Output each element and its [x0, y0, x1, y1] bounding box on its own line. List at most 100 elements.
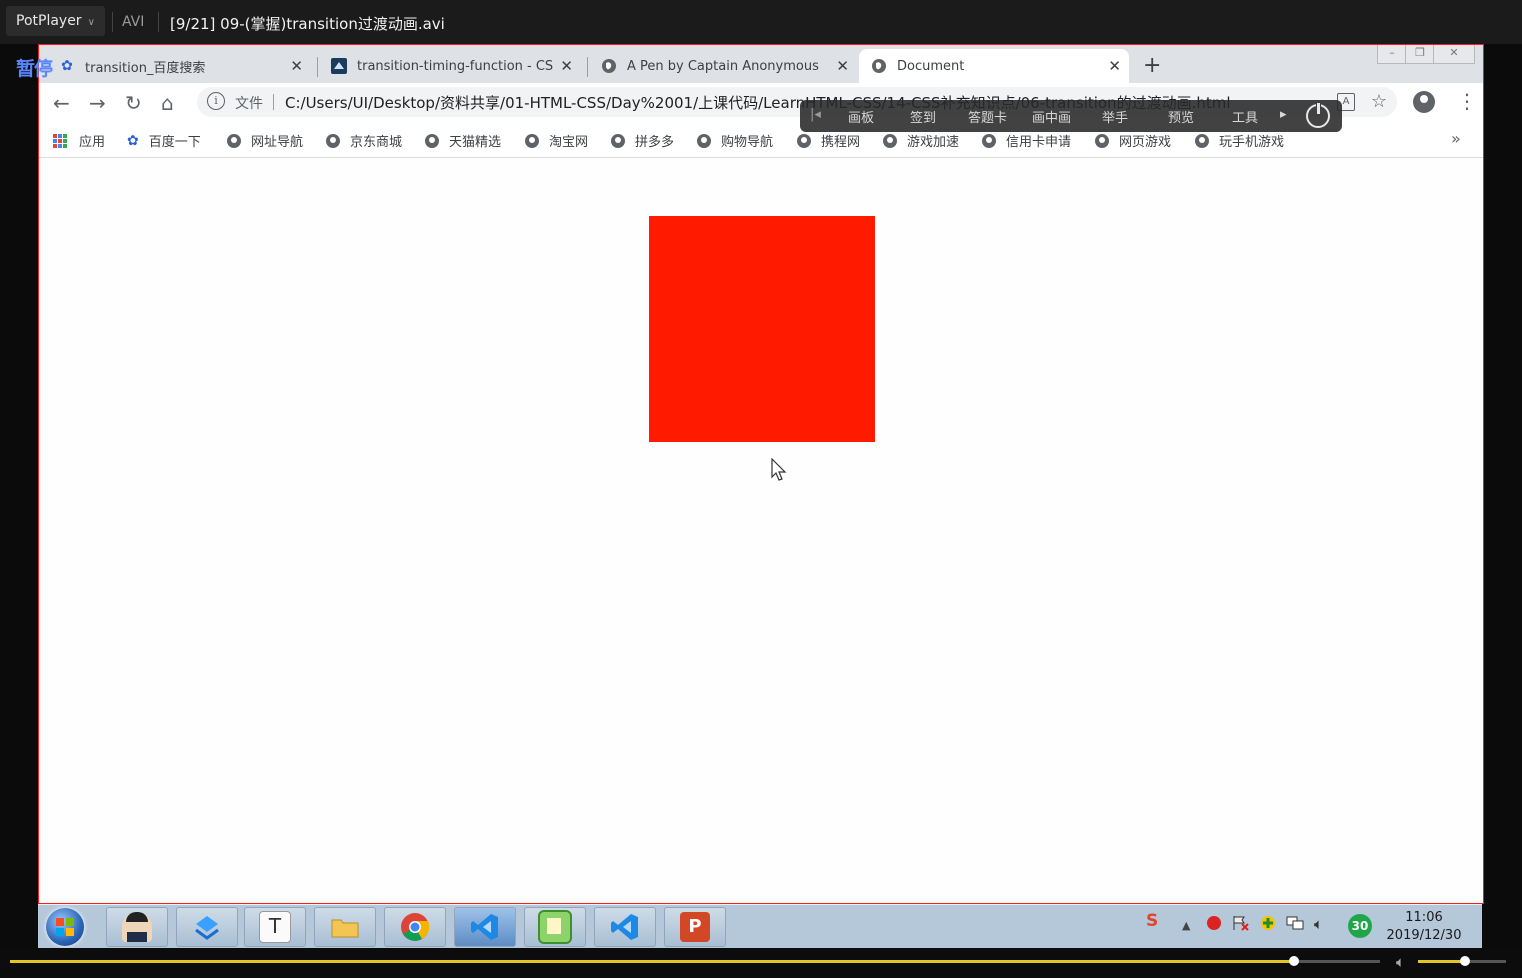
forward-arrow-icon[interactable]: →: [89, 91, 106, 115]
bookmark-item[interactable]: 携程网: [797, 131, 860, 150]
bookmark-item[interactable]: 游戏加速: [883, 131, 959, 150]
omnibox-divider: [273, 94, 274, 110]
toolbar-item[interactable]: 预览: [1168, 107, 1194, 126]
taskbar-app-vscode-1[interactable]: [454, 907, 516, 947]
bookmark-item[interactable]: 信用卡申请: [982, 131, 1071, 150]
new-tab-button[interactable]: +: [1143, 53, 1161, 78]
tab-codepen[interactable]: A Pen by Captain Anonymous ✕: [601, 49, 857, 83]
globe-icon: [797, 133, 811, 148]
window-close-icon[interactable]: ✕: [1433, 45, 1475, 64]
bookmark-item[interactable]: 淘宝网: [525, 131, 588, 150]
tab-title: A Pen by Captain Anonymous: [627, 58, 819, 74]
taskbar-app-avatar[interactable]: [106, 907, 168, 947]
record-icon[interactable]: [1206, 915, 1222, 935]
tab-document[interactable]: Document ✕: [859, 49, 1129, 83]
home-icon[interactable]: ⌂: [161, 91, 174, 115]
bookmark-item[interactable]: 网页游戏: [1095, 131, 1171, 150]
bookmark-label: 天猫精选: [449, 135, 502, 150]
title-divider: [158, 12, 159, 32]
site-info-icon[interactable]: i: [207, 92, 225, 110]
bookmark-item[interactable]: 天猫精选: [425, 131, 501, 150]
network-icon[interactable]: [1286, 915, 1304, 935]
media-format-label: AVI: [122, 14, 145, 30]
windows-logo-icon: [56, 918, 74, 936]
bookmark-item[interactable]: 网址导航: [227, 131, 303, 150]
bookmark-item[interactable]: 玩手机游戏: [1195, 131, 1284, 150]
vscode-icon: [610, 912, 640, 942]
notepad-icon: [538, 910, 572, 944]
globe-icon: [611, 133, 625, 148]
speaker-icon[interactable]: 🔈︎: [1396, 953, 1405, 971]
title-divider: [112, 12, 113, 32]
more-menu-icon[interactable]: ⋮: [1457, 89, 1477, 113]
tab-divider: [317, 57, 318, 77]
reload-icon[interactable]: ↻: [125, 91, 142, 115]
page-viewport: [39, 158, 1483, 903]
close-icon[interactable]: ✕: [290, 57, 303, 75]
security-plus-icon[interactable]: [1260, 915, 1276, 935]
taskbar-app-typora[interactable]: T: [244, 907, 306, 947]
blue-arrows-icon: [192, 912, 222, 942]
bookmark-label: 玩手机游戏: [1219, 135, 1285, 150]
globe-icon: [1195, 133, 1209, 148]
globe-icon: [871, 58, 887, 74]
bookmark-item[interactable]: 拼多多: [611, 131, 674, 150]
sogou-ime-icon[interactable]: S: [1146, 911, 1158, 931]
volume-handle[interactable]: [1459, 956, 1470, 966]
power-icon[interactable]: [1306, 102, 1330, 128]
bookmark-star-icon[interactable]: ☆: [1371, 91, 1387, 112]
transition-demo-box[interactable]: [649, 216, 875, 442]
back-arrow-icon[interactable]: ←: [53, 91, 70, 115]
toolbar-item[interactable]: 举手: [1102, 107, 1128, 126]
action-center-flag-icon[interactable]: [1232, 915, 1250, 935]
bookmark-label: 信用卡申请: [1006, 135, 1072, 150]
bookmark-item[interactable]: 购物导航: [697, 131, 773, 150]
player-title-bar: PotPlayer ∨ AVI [9/21] 09-(掌握)transition过…: [0, 0, 1522, 44]
baidu-paw-icon: ✿: [127, 132, 139, 149]
taskbar-app-notepad[interactable]: [524, 907, 586, 947]
tab-divider: [587, 57, 588, 77]
more-bookmarks-icon[interactable]: »: [1451, 129, 1461, 148]
volume-slider[interactable]: [1418, 956, 1506, 966]
bookmark-baidu[interactable]: ✿ 百度一下: [127, 131, 201, 151]
close-icon[interactable]: ✕: [836, 57, 849, 75]
toolbar-item[interactable]: 画中画: [1032, 107, 1071, 126]
toolbar-item[interactable]: 画板: [848, 107, 874, 126]
globe-icon: [227, 133, 241, 148]
bookmark-apps[interactable]: 应用: [53, 131, 105, 150]
chevron-down-icon: ∨: [87, 17, 95, 28]
scheme-label: 文件: [235, 96, 263, 112]
pointer-tool-icon[interactable]: ▸: [1280, 107, 1287, 122]
tab-mdn[interactable]: transition-timing-function - CSS ✕: [331, 49, 581, 83]
taskbar-app-chrome[interactable]: [384, 907, 446, 947]
toolbar-item[interactable]: 签到: [910, 107, 936, 126]
profile-avatar-icon[interactable]: [1413, 91, 1435, 113]
taskbar-app-arrows[interactable]: [176, 907, 238, 947]
maximize-icon[interactable]: ❐: [1405, 45, 1435, 64]
collapse-left-icon[interactable]: |◂: [810, 107, 821, 122]
volume-icon[interactable]: 🔈︎: [1314, 915, 1323, 933]
tray-expand-icon[interactable]: ▲: [1182, 919, 1190, 932]
folder-icon: [330, 912, 360, 942]
tab-baidu[interactable]: ✿ transition_百度搜索 ✕: [59, 49, 311, 83]
tray-badge-icon[interactable]: 30: [1348, 914, 1372, 938]
globe-icon: [326, 133, 340, 148]
close-icon[interactable]: ✕: [1108, 57, 1121, 75]
taskbar-app-explorer[interactable]: [314, 907, 376, 947]
close-icon[interactable]: ✕: [560, 57, 573, 75]
taskbar-app-vscode-2[interactable]: [594, 907, 656, 947]
system-clock[interactable]: 11:06 2019/12/30: [1378, 909, 1470, 945]
seek-slider[interactable]: [10, 956, 1380, 966]
toolbar-item[interactable]: 工具: [1232, 107, 1258, 126]
seek-handle[interactable]: [1288, 956, 1299, 966]
chrome-icon: [400, 912, 430, 942]
tab-title: transition-timing-function - CSS: [357, 58, 553, 74]
minimize-icon[interactable]: –: [1377, 45, 1407, 64]
taskbar-app-powerpoint[interactable]: P: [664, 907, 726, 947]
player-menu-button[interactable]: PotPlayer ∨: [6, 6, 105, 36]
bookmark-label: 拼多多: [635, 135, 675, 150]
bookmark-label: 游戏加速: [907, 135, 960, 150]
toolbar-item[interactable]: 答题卡: [968, 107, 1007, 126]
start-button[interactable]: [46, 908, 84, 946]
bookmark-item[interactable]: 京东商城: [326, 131, 402, 150]
